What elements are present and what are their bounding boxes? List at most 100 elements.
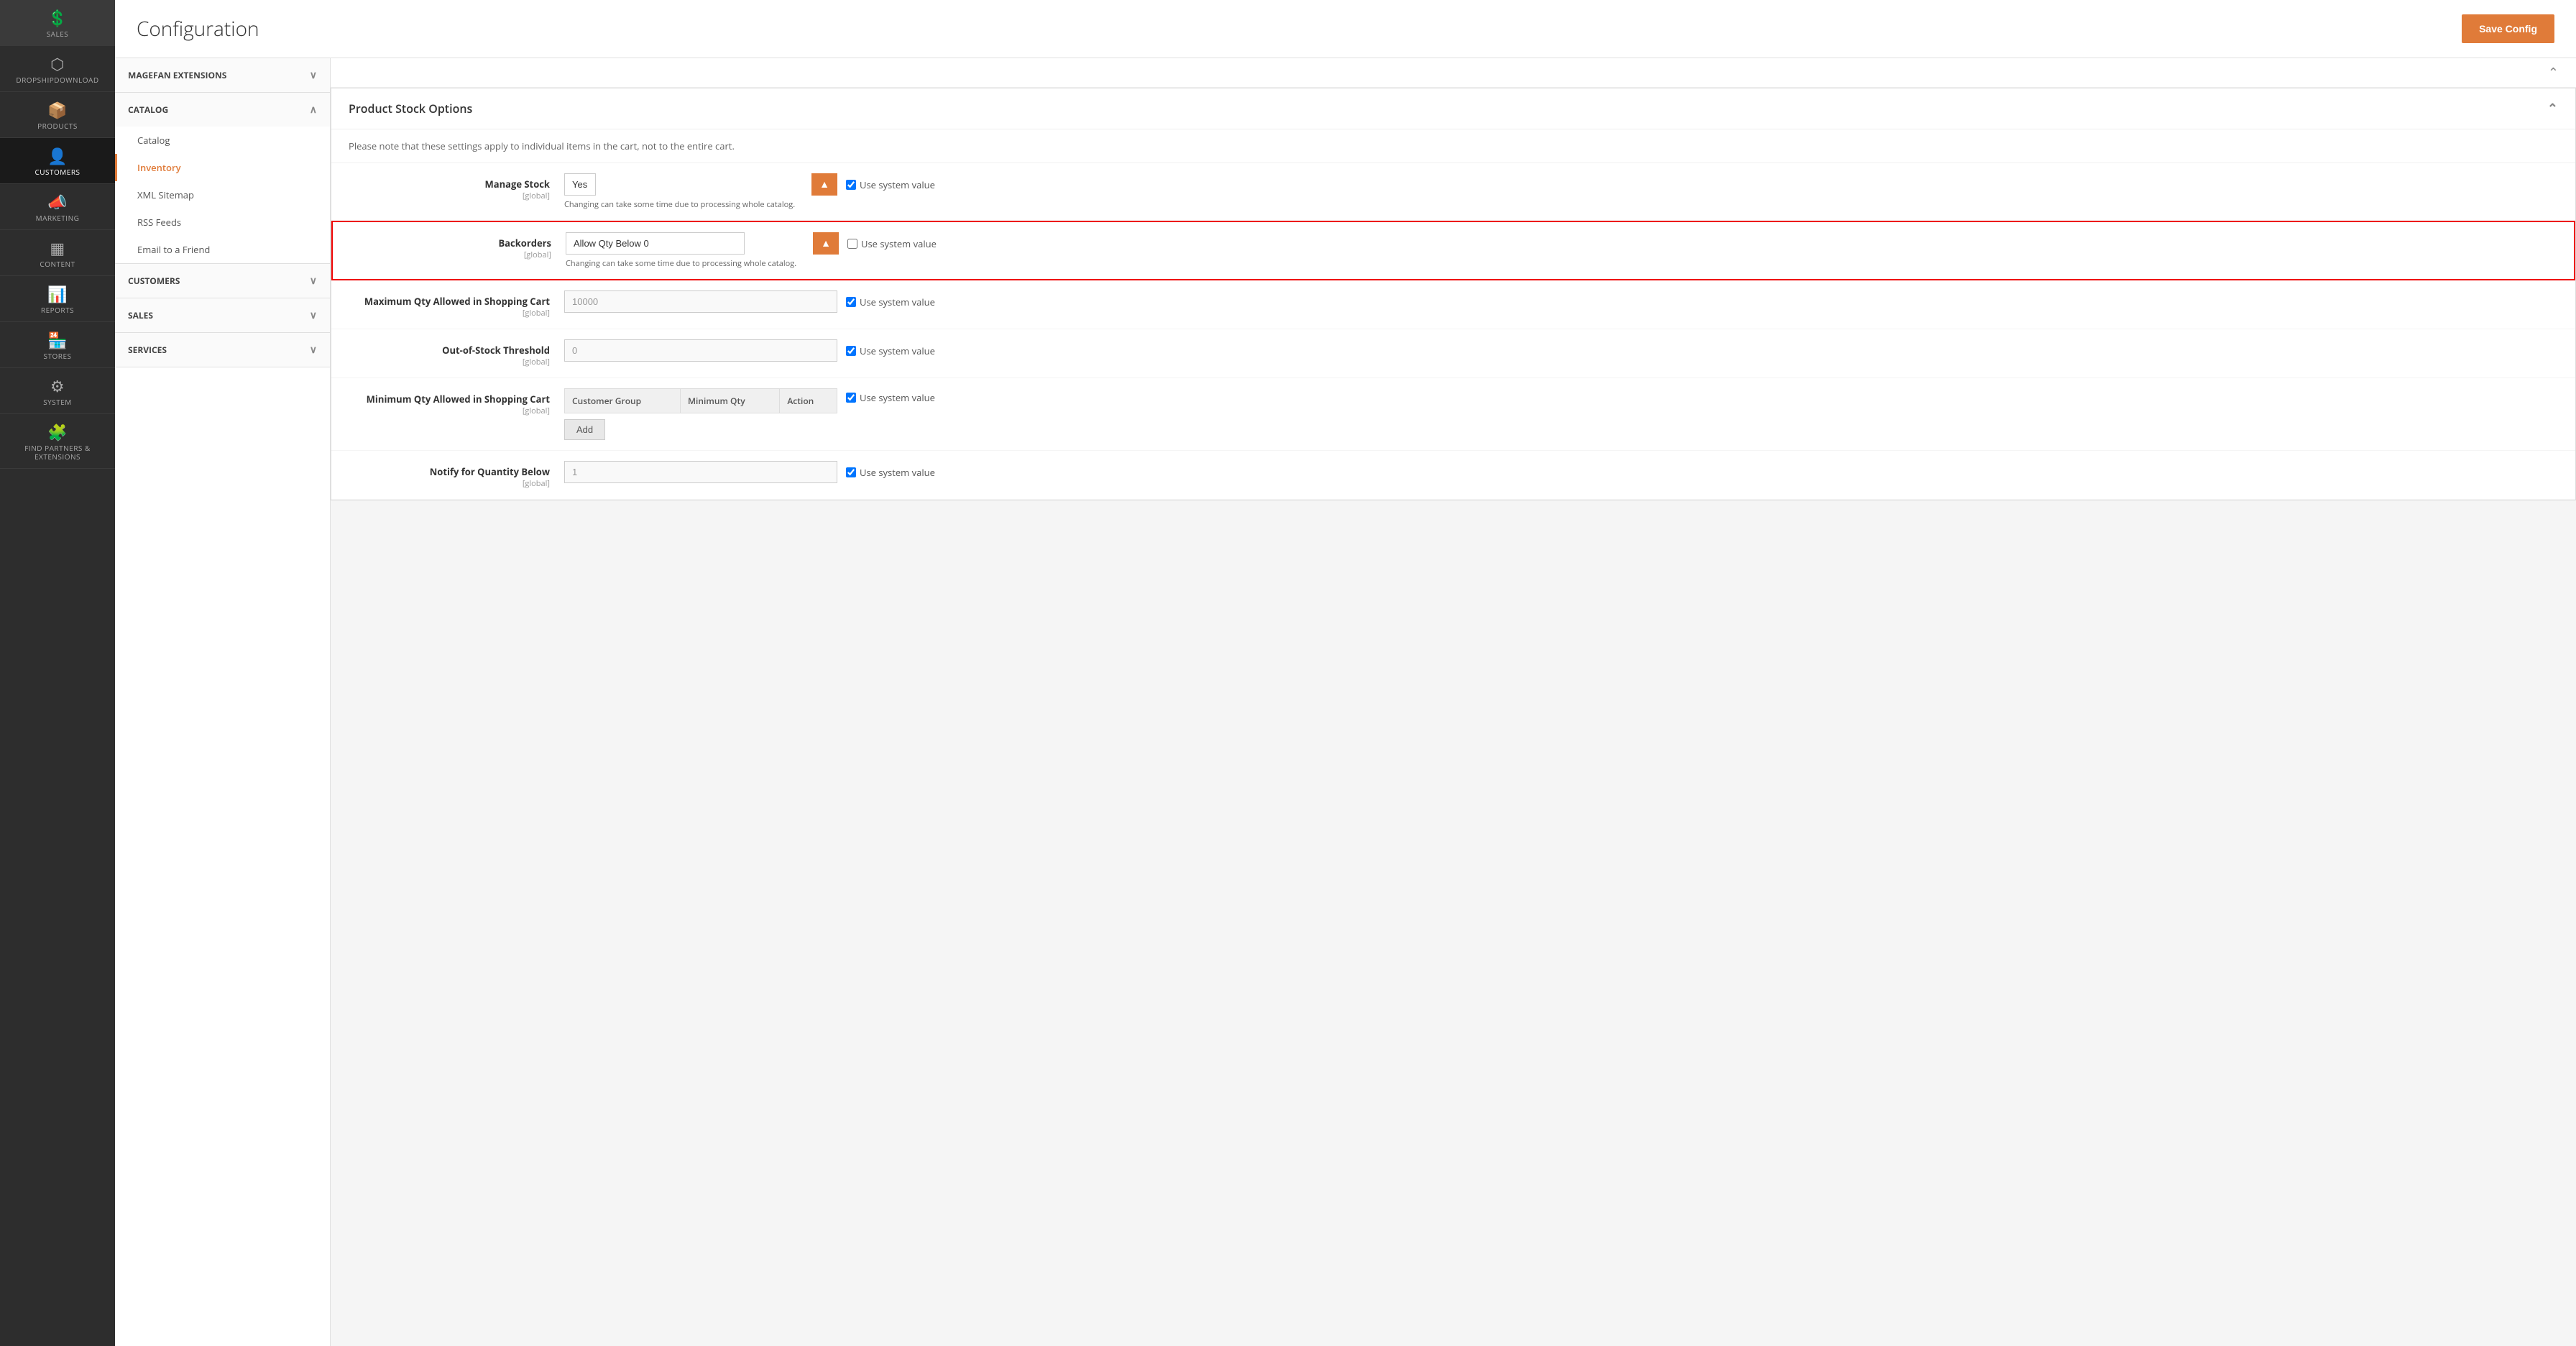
use-system-value-label: Use system value <box>860 344 935 357</box>
use-system-value-label: Use system value <box>860 466 935 479</box>
control-col-min-qty-cart: Customer GroupMinimum QtyAction Add Use … <box>564 388 2558 440</box>
sidebar-item-label: STORES <box>44 352 72 360</box>
config-menu-item-inventory[interactable]: Inventory <box>115 154 330 181</box>
config-section-label: SALES <box>128 309 153 321</box>
config-section-header-customers[interactable]: CUSTOMERS ∨ <box>115 264 330 298</box>
section-header: Product Stock Options ⌃ <box>331 88 2575 129</box>
use-system-value-checkbox-min-qty-cart[interactable] <box>846 393 856 403</box>
control-col-max-qty-cart: Use system value <box>564 290 2558 313</box>
input-max-qty-cart[interactable] <box>564 290 837 313</box>
config-section-services: SERVICES ∨ <box>115 333 330 367</box>
config-section-header-magefan[interactable]: MAGEFAN EXTENSIONS ∨ <box>115 58 330 92</box>
sidebar-item-label: DROPSHIPDOWNLOAD <box>16 75 98 84</box>
table-min-qty-cart: Customer GroupMinimum QtyAction <box>564 388 837 413</box>
sidebar-item-customers[interactable]: 👤 CUSTOMERS <box>0 138 115 184</box>
label-col-notify-qty: Notify for Quantity Below [global] <box>349 461 564 489</box>
use-system-value-label: Use system value <box>860 391 935 404</box>
table-header: Action <box>780 389 837 413</box>
use-system-value-checkbox-notify-qty[interactable] <box>846 467 856 477</box>
config-section-sales: SALES ∨ <box>115 298 330 333</box>
field-sublabel-min-qty-cart: [global] <box>349 406 550 416</box>
use-system-value-manage-stock[interactable]: Use system value <box>846 178 935 191</box>
form-row-max-qty-cart: Maximum Qty Allowed in Shopping Cart [gl… <box>331 280 2575 329</box>
field-sublabel-backorders: [global] <box>350 249 551 260</box>
sidebar-item-sales[interactable]: 💲 SALES <box>0 0 115 46</box>
page-title: Configuration <box>137 15 259 42</box>
sidebar-item-dropship[interactable]: ⬡ DROPSHIPDOWNLOAD <box>0 46 115 92</box>
use-system-value-max-qty-cart[interactable]: Use system value <box>846 296 935 308</box>
label-col-backorders: Backorders [global] <box>350 232 566 260</box>
collapse-icon[interactable]: ⌃ <box>2548 64 2559 81</box>
control-col-manage-stock: YesNo ▲ Use system value Changing can ta… <box>564 173 2558 210</box>
label-col-min-qty-cart: Minimum Qty Allowed in Shopping Cart [gl… <box>349 388 564 416</box>
field-hint-manage-stock: Changing can take some time due to proce… <box>564 199 2558 210</box>
form-row-min-qty-cart: Minimum Qty Allowed in Shopping Cart [gl… <box>331 378 2575 451</box>
add-button-min-qty-cart[interactable]: Add <box>564 419 605 440</box>
chevron-icon: ∨ <box>310 308 317 322</box>
products-icon: 📦 <box>47 102 68 118</box>
use-system-value-notify-qty[interactable]: Use system value <box>846 466 935 479</box>
use-system-value-checkbox-manage-stock[interactable] <box>846 180 856 190</box>
config-section-header-services[interactable]: SERVICES ∨ <box>115 333 330 367</box>
use-system-value-checkbox-max-qty-cart[interactable] <box>846 297 856 307</box>
config-sidebar: MAGEFAN EXTENSIONS ∨ CATALOG ∧ CatalogIn… <box>115 58 331 1346</box>
config-menu-item-catalog[interactable]: Catalog <box>115 127 330 154</box>
product-stock-options-section: Product Stock Options ⌃ Please note that… <box>331 88 2576 500</box>
select-arrow-icon: ▲ <box>813 232 839 255</box>
sales-icon: 💲 <box>47 10 68 26</box>
use-system-value-label: Use system value <box>861 237 937 250</box>
form-row-manage-stock: Manage Stock [global] YesNo ▲ Use system… <box>331 163 2575 221</box>
field-hint-backorders: Changing can take some time due to proce… <box>566 258 2557 269</box>
label-col-out-of-stock-threshold: Out-of-Stock Threshold [global] <box>349 339 564 367</box>
select-backorders[interactable]: No BackordersAllow Qty Below 0Allow Qty … <box>566 232 745 255</box>
chevron-icon: ∨ <box>310 274 317 288</box>
field-label-notify-qty: Notify for Quantity Below <box>430 465 550 478</box>
table-header: Minimum Qty <box>681 389 780 413</box>
label-col-manage-stock: Manage Stock [global] <box>349 173 564 201</box>
section-toggle-icon[interactable]: ⌃ <box>2547 100 2558 117</box>
sidebar-item-label: MARKETING <box>36 214 80 222</box>
panel-top-indicator: ⌃ <box>331 58 2576 88</box>
sidebar-item-label: PRODUCTS <box>37 122 78 130</box>
field-sublabel-manage-stock: [global] <box>349 191 550 201</box>
config-section-magefan: MAGEFAN EXTENSIONS ∨ <box>115 58 330 93</box>
sidebar-item-stores[interactable]: 🏪 STORES <box>0 322 115 368</box>
sidebar-item-products[interactable]: 📦 PRODUCTS <box>0 92 115 138</box>
chevron-icon: ∨ <box>310 343 317 357</box>
control-col-out-of-stock-threshold: Use system value <box>564 339 2558 362</box>
config-section-catalog: CATALOG ∧ CatalogInventoryXML SitemapRSS… <box>115 93 330 264</box>
use-system-value-checkbox-backorders[interactable] <box>847 239 857 249</box>
sidebar-item-reports[interactable]: 📊 REPORTS <box>0 276 115 322</box>
control-col-notify-qty: Use system value <box>564 461 2558 483</box>
select-manage-stock[interactable]: YesNo <box>564 173 596 196</box>
input-notify-qty[interactable] <box>564 461 837 483</box>
sidebar-item-label: SALES <box>47 29 69 38</box>
config-menu-item-email-friend[interactable]: Email to a Friend <box>115 236 330 263</box>
select-wrapper-backorders: No BackordersAllow Qty Below 0Allow Qty … <box>566 232 839 255</box>
sidebar-item-marketing[interactable]: 📣 MARKETING <box>0 184 115 230</box>
use-system-value-backorders[interactable]: Use system value <box>847 237 937 250</box>
config-menu-item-xml-sitemap[interactable]: XML Sitemap <box>115 181 330 209</box>
sidebar-item-system[interactable]: ⚙ SYSTEM <box>0 368 115 414</box>
config-section-customers: CUSTOMERS ∨ <box>115 264 330 298</box>
config-menu-item-rss-feeds[interactable]: RSS Feeds <box>115 209 330 236</box>
field-sublabel-max-qty-cart: [global] <box>349 308 550 319</box>
save-config-button[interactable]: Save Config <box>2462 14 2554 43</box>
use-system-value-out-of-stock-threshold[interactable]: Use system value <box>846 344 935 357</box>
config-section-header-sales[interactable]: SALES ∨ <box>115 298 330 332</box>
form-row-out-of-stock-threshold: Out-of-Stock Threshold [global] Use syst… <box>331 329 2575 378</box>
input-out-of-stock-threshold[interactable] <box>564 339 837 362</box>
label-col-max-qty-cart: Maximum Qty Allowed in Shopping Cart [gl… <box>349 290 564 319</box>
sidebar-item-content[interactable]: ▦ CONTENT <box>0 230 115 276</box>
main-area: Configuration Save Config MAGEFAN EXTENS… <box>115 0 2576 1346</box>
use-system-value-checkbox-out-of-stock-threshold[interactable] <box>846 346 856 356</box>
config-section-header-catalog[interactable]: CATALOG ∧ <box>115 93 330 127</box>
field-sublabel-notify-qty: [global] <box>349 478 550 489</box>
chevron-icon: ∨ <box>310 68 317 82</box>
section-title: Product Stock Options <box>349 101 472 116</box>
content-icon: ▦ <box>50 240 65 256</box>
config-section-label: MAGEFAN EXTENSIONS <box>128 69 226 81</box>
use-system-value-min-qty-cart[interactable]: Use system value <box>846 391 935 404</box>
app-container: 💲 SALES ⬡ DROPSHIPDOWNLOAD 📦 PRODUCTS 👤 … <box>0 0 2576 1346</box>
sidebar-item-find-partners[interactable]: 🧩 FIND PARTNERS & EXTENSIONS <box>0 414 115 469</box>
